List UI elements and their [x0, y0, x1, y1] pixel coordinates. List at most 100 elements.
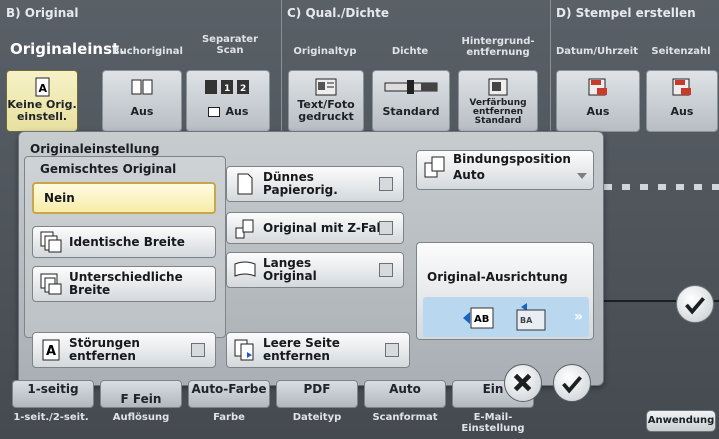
bottom-value: PDF — [303, 382, 331, 396]
separate-scan-icon: 12 — [205, 80, 249, 94]
tile-hintergrund[interactable]: Verfärbung entfernen Standard — [458, 70, 538, 132]
svg-text:A: A — [46, 344, 56, 359]
bottom-label: Auflösung — [112, 412, 170, 423]
originaleinst-header[interactable]: Originaleinst. — [10, 40, 125, 58]
langes-checkbox[interactable] — [379, 263, 393, 277]
leere-seite-entfernen-button[interactable]: Leere Seite entfernen — [226, 332, 410, 368]
tile-separater-scan[interactable]: 12 Aus — [186, 70, 270, 132]
tile-label: Verfärbung entfernen Standard — [469, 98, 527, 126]
stoerungen-entfernen-button[interactable]: A Störungen entfernen — [32, 332, 216, 368]
bottom-tile-seitig[interactable]: 1-seitig — [12, 380, 94, 408]
confirm-check-button-bg[interactable] — [676, 285, 714, 323]
bottom-label: Farbe — [213, 412, 245, 423]
duennes-checkbox[interactable] — [379, 177, 393, 191]
tile-label: Keine Orig. einstell. — [7, 98, 77, 123]
long-original-icon — [234, 261, 256, 277]
group-title: Gemischtes Original — [40, 162, 177, 176]
duennes-label: Dünnes Papierorig. — [263, 170, 338, 197]
hintergrund-header: Hintergrund- entfernung — [461, 36, 535, 58]
nein-label: Nein — [44, 190, 75, 205]
bindung-title: Bindungsposition — [453, 152, 571, 166]
tile-datum[interactable]: Aus — [556, 70, 640, 132]
tile-label: Aus — [130, 105, 154, 118]
duennes-papierorig-button[interactable]: Dünnes Papierorig. — [226, 166, 404, 202]
bottom-value: Ein — [482, 382, 504, 396]
bottom-tile-scanformat[interactable]: Auto — [364, 380, 446, 408]
document-a-icon: A — [42, 339, 60, 361]
separater-scan-header: Separater Scan — [201, 34, 259, 56]
tile-label: Aus — [670, 105, 694, 118]
page-number-icon — [672, 78, 691, 96]
date-stamp-icon — [588, 78, 607, 96]
bindung-value: Auto — [453, 168, 485, 182]
text-photo-icon — [315, 78, 337, 96]
ok-button[interactable] — [553, 364, 591, 402]
thin-paper-icon — [237, 173, 253, 195]
bottom-tile-farbe[interactable]: Auto-Farbe — [188, 380, 270, 408]
stoerungen-checkbox[interactable] — [191, 343, 205, 357]
tile-dichte[interactable]: Standard — [372, 70, 450, 132]
svg-text:1: 1 — [224, 84, 230, 94]
anwendung-label: Anwendung — [647, 415, 715, 426]
background-removal-icon — [488, 78, 508, 96]
binding-position-icon — [424, 156, 445, 178]
tile-label: Aus — [586, 105, 610, 118]
buchoriginal-header: Buchoriginal — [112, 46, 183, 57]
bottom-value: Auto — [389, 382, 421, 396]
zfalz-checkbox[interactable] — [379, 221, 393, 235]
identical-width-icon — [40, 231, 62, 253]
svg-text:A: A — [39, 82, 48, 95]
nein-button[interactable]: Nein — [32, 182, 216, 214]
cancel-button[interactable] — [504, 364, 542, 402]
bottom-label: E-Mail- Einstellung — [461, 412, 525, 434]
bottom-label: Scanformat — [372, 412, 438, 423]
langes-original-button[interactable]: Langes Original — [226, 252, 404, 288]
document-a-icon: A — [35, 77, 50, 97]
tile-originaleinst[interactable]: A Keine Orig. einstell. — [6, 70, 78, 132]
originaltyp-header: Originaltyp — [293, 46, 357, 57]
zfalz-label: Original mit Z-Falz — [263, 220, 388, 235]
bottom-label: Dateityp — [292, 412, 342, 423]
check-icon — [562, 376, 582, 394]
bottom-tile-dateityp[interactable]: PDF — [276, 380, 358, 408]
seitenzahl-header: Seitenzahl — [651, 46, 711, 57]
original-ausrichtung-button[interactable]: Original-Ausrichtung AB BA » — [416, 242, 594, 340]
panel-title: Originaleinstellung — [30, 142, 160, 156]
tile-originaltyp[interactable]: Text/Foto gedruckt — [288, 70, 364, 132]
density-scale-icon — [384, 80, 438, 94]
check-icon — [685, 297, 705, 315]
section-divider — [281, 0, 282, 150]
tile-seitenzahl[interactable]: Aus — [646, 70, 718, 132]
section-divider — [550, 0, 551, 150]
bottom-label: 1-seit./2-seit. — [13, 412, 89, 423]
unterschiedliche-breite-button[interactable]: Unterschiedliche Breite — [32, 266, 216, 302]
identische-label: Identische Breite — [69, 234, 185, 249]
close-icon — [513, 373, 532, 392]
svg-text:AB: AB — [474, 314, 489, 325]
dotted-track — [604, 184, 719, 190]
unterschiedliche-label: Unterschiedliche Breite — [69, 270, 183, 297]
stoerungen-label: Störungen entfernen — [69, 336, 140, 363]
original-z-falz-button[interactable]: Original mit Z-Falz — [226, 212, 404, 244]
book-icon — [131, 79, 153, 95]
leere-label: Leere Seite entfernen — [263, 336, 340, 363]
anwendung-button[interactable]: Anwendung — [646, 410, 716, 432]
bindungsposition-dropdown[interactable]: Bindungsposition Auto — [416, 150, 594, 190]
identische-breite-button[interactable]: Identische Breite — [32, 226, 216, 258]
orientation-preview: AB BA » — [423, 297, 589, 337]
different-width-icon — [40, 273, 62, 295]
blank-page-remove-icon — [234, 339, 254, 361]
datum-header: Datum/Uhrzeit — [556, 46, 639, 57]
orientation-ab-icon: AB BA — [463, 303, 546, 331]
svg-text:2: 2 — [240, 84, 246, 94]
bottom-tile-aufloesung[interactable]: F Fein — [100, 380, 182, 408]
section-label-stamp: D) Stempel erstellen — [556, 6, 696, 20]
tile-label: Aus — [225, 105, 249, 118]
svg-text:BA: BA — [520, 316, 533, 325]
leere-checkbox[interactable] — [385, 343, 399, 357]
tile-buchoriginal[interactable]: Aus — [102, 70, 182, 132]
z-fold-icon — [235, 219, 254, 239]
section-label-original: B) Original — [6, 6, 79, 20]
tile-label: Text/Foto gedruckt — [297, 98, 355, 123]
ausrichtung-title: Original-Ausrichtung — [427, 270, 568, 284]
